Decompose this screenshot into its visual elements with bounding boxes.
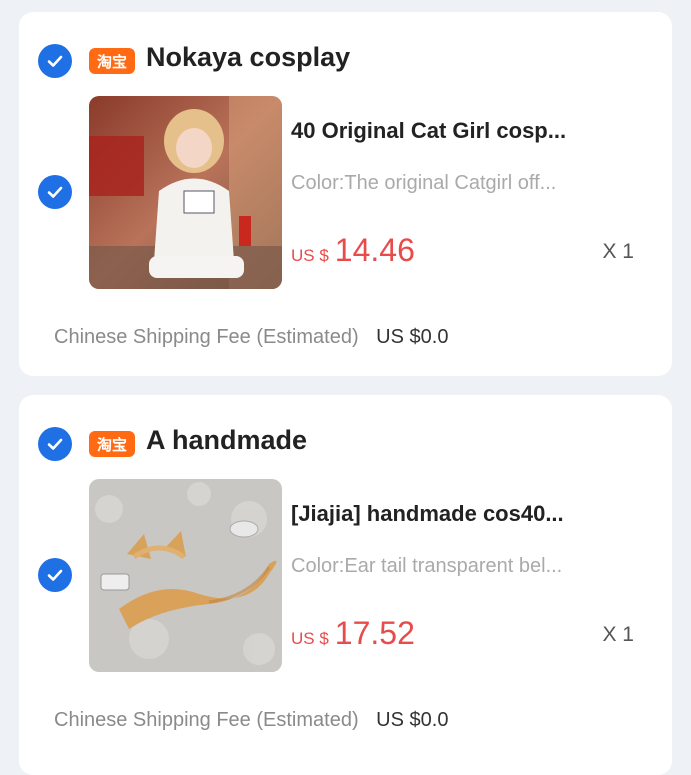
product-title[interactable]: 40 Original Cat Girl cosp... [291, 118, 631, 144]
price-currency: US $ [291, 246, 329, 265]
taobao-badge-icon: 淘宝 [89, 48, 135, 74]
product-image[interactable] [89, 479, 282, 672]
shipping-fee-label: Chinese Shipping Fee (Estimated) [54, 709, 359, 731]
shipping-fee-amount: US $0.0 [376, 709, 449, 731]
check-icon [47, 186, 63, 198]
check-icon [47, 569, 63, 581]
shipping-fee-label: Chinese Shipping Fee (Estimated) [54, 326, 359, 348]
product-quantity: X 1 [602, 240, 634, 263]
check-icon [47, 55, 63, 67]
shipping-fee: Chinese Shipping Fee (Estimated) US $0.0 [54, 326, 448, 349]
product-variant[interactable]: Color:The original Catgirl off... [291, 172, 621, 195]
item-select-checkbox[interactable] [38, 558, 72, 592]
price-value: 17.52 [334, 615, 415, 651]
store-select-checkbox[interactable] [38, 44, 72, 78]
store-card: 淘宝 A handmade [Jiajia] handmade cos40...… [19, 395, 672, 775]
taobao-badge-icon: 淘宝 [89, 431, 135, 457]
store-name[interactable]: A handmade [146, 425, 307, 456]
product-price: US $ 17.52 [291, 615, 415, 652]
item-select-checkbox[interactable] [38, 175, 72, 209]
product-variant[interactable]: Color:Ear tail transparent bel... [291, 555, 621, 578]
price-value: 14.46 [334, 232, 415, 268]
product-price: US $ 14.46 [291, 232, 415, 269]
product-title[interactable]: [Jiajia] handmade cos40... [291, 501, 631, 527]
shipping-fee: Chinese Shipping Fee (Estimated) US $0.0 [54, 709, 448, 732]
store-name[interactable]: Nokaya cosplay [146, 42, 350, 73]
check-icon [47, 438, 63, 450]
price-currency: US $ [291, 629, 329, 648]
store-select-checkbox[interactable] [38, 427, 72, 461]
product-image[interactable] [89, 96, 282, 289]
store-card: 淘宝 Nokaya cosplay 40 Original Cat Girl c… [19, 12, 672, 376]
shipping-fee-amount: US $0.0 [376, 326, 449, 348]
product-quantity: X 1 [602, 623, 634, 646]
